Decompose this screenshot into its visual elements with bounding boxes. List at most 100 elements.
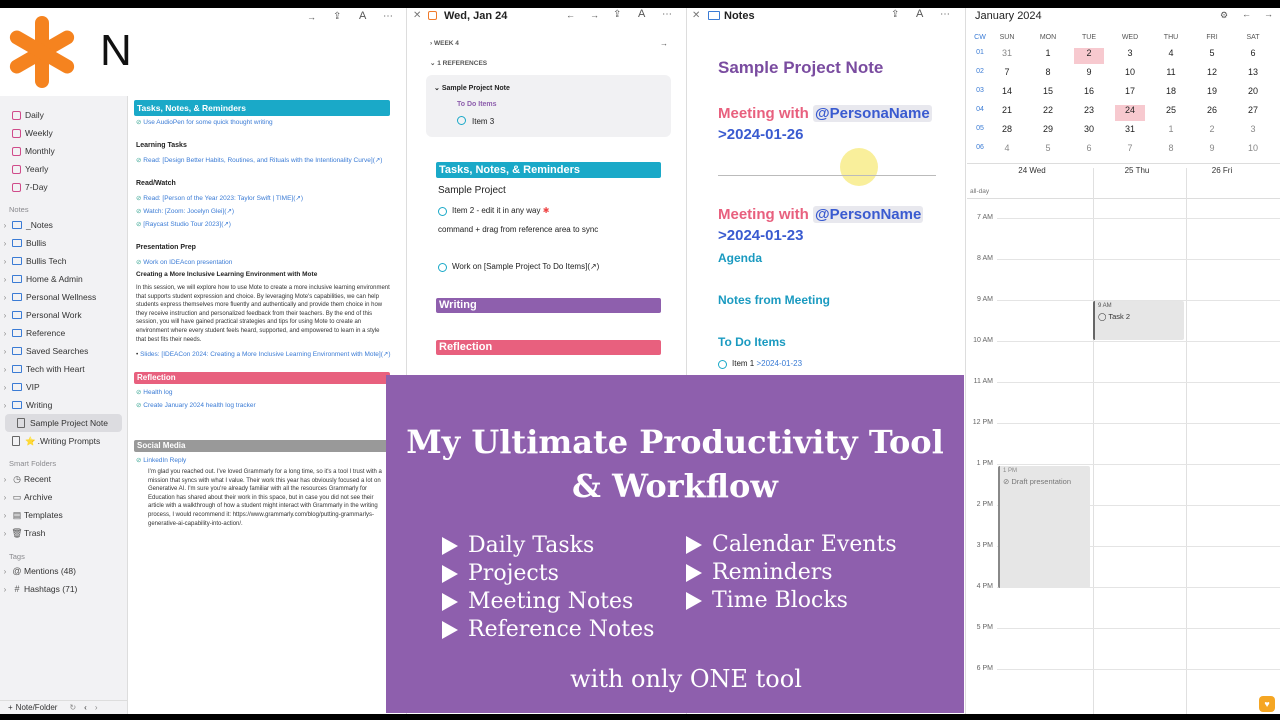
- day-column-header[interactable]: 25 Thu: [1112, 166, 1162, 175]
- more-icon[interactable]: ⋯: [383, 11, 393, 22]
- day-cell[interactable]: 3: [1238, 124, 1268, 140]
- sidebar-folder[interactable]: › Saved Searches: [0, 342, 128, 360]
- next-month-icon[interactable]: →: [1264, 9, 1273, 19]
- more-icon[interactable]: ⋯: [940, 9, 950, 20]
- week-number[interactable]: 01: [970, 49, 990, 56]
- more-icon[interactable]: ⋯: [662, 9, 672, 20]
- sidebar-folder[interactable]: › _Notes: [0, 216, 128, 234]
- task-read-habits[interactable]: ⊘ Read: [Design Better Habits, Routines,…: [136, 156, 382, 164]
- sidebar-folder[interactable]: › Bullis Tech: [0, 252, 128, 270]
- day-cell[interactable]: 14: [992, 86, 1022, 102]
- format-icon[interactable]: A: [638, 8, 645, 20]
- sidebar-tag[interactable]: › @ Mentions (48): [0, 562, 128, 580]
- share-icon[interactable]: ⇪: [613, 9, 621, 20]
- settings-icon[interactable]: ⚙: [1220, 10, 1228, 21]
- day-cell[interactable]: 9: [1074, 67, 1104, 83]
- day-cell[interactable]: 26: [1197, 105, 1227, 121]
- week-arrow-icon[interactable]: →: [660, 39, 668, 48]
- work-on-link[interactable]: Work on [Sample Project To Do Items](↗): [452, 262, 599, 271]
- week-number[interactable]: 02: [970, 68, 990, 75]
- sidebar-item-monthly[interactable]: Monthly: [0, 142, 128, 160]
- day-cell[interactable]: 4: [992, 143, 1022, 159]
- day-cell[interactable]: 8: [1033, 67, 1063, 83]
- checkbox-icon[interactable]: [457, 116, 466, 125]
- forward-icon[interactable]: →: [590, 10, 599, 20]
- sidebar-item-yearly[interactable]: Yearly: [0, 160, 128, 178]
- sidebar-smart-item[interactable]: › 🗑 Trash: [0, 524, 128, 542]
- sidebar-item-7-day[interactable]: 7-Day: [0, 178, 128, 196]
- day-cell[interactable]: 29: [1033, 124, 1063, 140]
- back-icon[interactable]: ‹: [84, 703, 87, 712]
- day-cell[interactable]: 31: [992, 48, 1022, 64]
- day-cell[interactable]: 1: [1033, 48, 1063, 64]
- day-cell[interactable]: 31: [1115, 124, 1145, 140]
- sidebar-smart-item[interactable]: › ◷ Recent: [0, 470, 128, 488]
- sidebar-folder[interactable]: › Tech with Heart: [0, 360, 128, 378]
- share-icon[interactable]: ⇪: [333, 11, 341, 22]
- meeting2-date[interactable]: >2024-01-23: [718, 227, 804, 244]
- sidebar-folder[interactable]: › Bullis: [0, 234, 128, 252]
- day-cell[interactable]: 7: [992, 67, 1022, 83]
- sidebar-note[interactable]: ⭐ .Writing Prompts: [0, 432, 128, 450]
- day-cell[interactable]: 2: [1074, 48, 1104, 64]
- sidebar-folder[interactable]: › Home & Admin: [0, 270, 128, 288]
- event-task2[interactable]: 9 AM ◯ Task 2: [1093, 301, 1184, 340]
- task-audiopen[interactable]: ⊘ Use AudioPen for some quick thought wr…: [136, 118, 273, 126]
- format-icon[interactable]: A: [359, 10, 366, 22]
- day-cell[interactable]: 9: [1197, 143, 1227, 159]
- day-cell[interactable]: 21: [992, 105, 1022, 121]
- day-cell[interactable]: 10: [1115, 67, 1145, 83]
- task-ideacon[interactable]: ⊘ Work on IDEAcon presentation: [136, 258, 232, 266]
- day-cell[interactable]: 7: [1115, 143, 1145, 159]
- day-column-header[interactable]: 26 Fri: [1197, 166, 1247, 175]
- sidebar-folder[interactable]: › Writing: [0, 396, 128, 414]
- task-raycast[interactable]: ⊘ [Raycast Studio Tour 2023](↗): [136, 220, 231, 228]
- prev-month-icon[interactable]: ←: [1242, 9, 1251, 19]
- task-linkedin[interactable]: ⊘ LinkedIn Reply: [136, 456, 186, 464]
- ref-note-title[interactable]: ⌄ Sample Project Note: [434, 84, 510, 92]
- share-icon[interactable]: ⇪: [891, 9, 899, 20]
- forward-icon[interactable]: ›: [95, 703, 98, 712]
- references-header[interactable]: ⌄ 1 REFERENCES: [430, 59, 487, 67]
- day-cell[interactable]: 23: [1074, 105, 1104, 121]
- day-cell[interactable]: 8: [1156, 143, 1186, 159]
- week-header[interactable]: › WEEK 4: [430, 40, 459, 47]
- heart-badge-icon[interactable]: ♥: [1259, 696, 1275, 712]
- day-cell[interactable]: 6: [1238, 48, 1268, 64]
- day-cell[interactable]: 19: [1197, 86, 1227, 102]
- sidebar-folder[interactable]: › Personal Wellness: [0, 288, 128, 306]
- week-number[interactable]: 03: [970, 87, 990, 94]
- day-column-header[interactable]: 24 Wed: [1007, 166, 1057, 175]
- day-cell[interactable]: 15: [1033, 86, 1063, 102]
- sidebar-folder[interactable]: › Personal Work: [0, 306, 128, 324]
- day-cell[interactable]: 17: [1115, 86, 1145, 102]
- day-cell[interactable]: 12: [1197, 67, 1227, 83]
- day-cell[interactable]: 28: [992, 124, 1022, 140]
- day-cell[interactable]: 6: [1074, 143, 1104, 159]
- task-watch[interactable]: ⊘ Watch: [Zoom: Jocelyn Glei](↗): [136, 207, 234, 215]
- day-cell[interactable]: 20: [1238, 86, 1268, 102]
- day-cell[interactable]: 1: [1156, 124, 1186, 140]
- sidebar-folder[interactable]: › VIP: [0, 378, 128, 396]
- day-cell[interactable]: 4: [1156, 48, 1186, 64]
- day-cell[interactable]: 25: [1156, 105, 1186, 121]
- day-cell[interactable]: 5: [1033, 143, 1063, 159]
- day-cell[interactable]: 18: [1156, 86, 1186, 102]
- task-read-time[interactable]: ⊘ Read: [Person of the Year 2023: Taylor…: [136, 194, 303, 202]
- day-cell[interactable]: 10: [1238, 143, 1268, 159]
- event-draft[interactable]: 1 PM ⊘ Draft presentation: [998, 466, 1090, 588]
- sidebar-item-daily[interactable]: Daily: [0, 106, 128, 124]
- week-number[interactable]: 06: [970, 144, 990, 151]
- checkbox-icon[interactable]: [718, 360, 727, 369]
- day-cell[interactable]: 30: [1074, 124, 1104, 140]
- forward-icon[interactable]: →: [307, 12, 316, 22]
- slides-bullet[interactable]: • Slides: [IDEACon 2024: Creating a More…: [136, 350, 391, 358]
- day-cell[interactable]: 27: [1238, 105, 1268, 121]
- close-icon[interactable]: ✕: [692, 10, 700, 21]
- sidebar-smart-item[interactable]: › ▤ Templates: [0, 506, 128, 524]
- day-cell[interactable]: 3: [1115, 48, 1145, 64]
- day-cell[interactable]: 2: [1197, 124, 1227, 140]
- close-icon[interactable]: ✕: [413, 10, 421, 21]
- day-cell[interactable]: 5: [1197, 48, 1227, 64]
- week-number[interactable]: 04: [970, 106, 990, 113]
